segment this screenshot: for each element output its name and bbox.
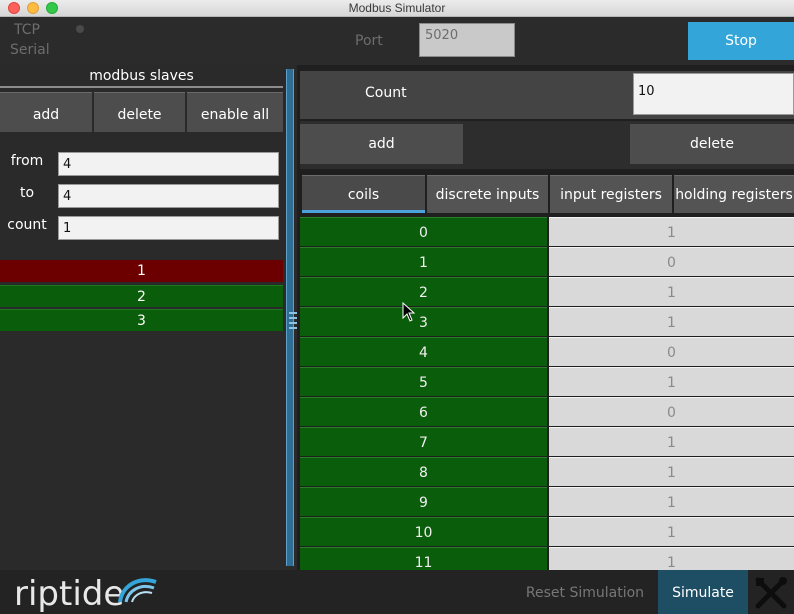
- mouse-pointer-icon: [402, 302, 416, 322]
- tools-icon[interactable]: [752, 574, 790, 612]
- register-value-cell[interactable]: 1: [549, 487, 794, 516]
- port-input[interactable]: 5020: [419, 23, 515, 57]
- slaves-header: modbus slaves: [0, 68, 283, 88]
- register-row: 40: [297, 337, 794, 367]
- register-row: 01: [297, 217, 794, 247]
- connection-bar: TCP Serial Port 5020 Stop: [0, 17, 794, 65]
- serial-option[interactable]: Serial: [10, 42, 50, 58]
- simulate-button[interactable]: Simulate: [658, 570, 748, 614]
- register-row: 71: [297, 427, 794, 457]
- register-row: 21: [297, 277, 794, 307]
- register-address: 0: [300, 217, 547, 246]
- register-count-input[interactable]: 10: [633, 73, 794, 115]
- register-address: 5: [300, 367, 547, 396]
- delete-slave-button[interactable]: delete: [94, 92, 185, 132]
- splitter-bar[interactable]: [286, 69, 299, 566]
- from-label: from: [10, 153, 44, 169]
- register-address: 1: [300, 247, 547, 276]
- add-register-button[interactable]: add: [300, 124, 463, 164]
- tcp-option[interactable]: TCP: [14, 22, 40, 38]
- footer-bar: riptide Reset Simulation Simulate: [0, 570, 794, 614]
- register-count-row: Count 10: [300, 71, 794, 119]
- logo-text: riptide: [14, 574, 125, 614]
- register-value-cell[interactable]: 0: [549, 397, 794, 426]
- tab-holding-registers[interactable]: holding registers: [674, 175, 794, 213]
- port-label: Port: [355, 33, 383, 49]
- slaves-panel: modbus slaves add delete enable all from…: [0, 65, 283, 570]
- register-value-cell[interactable]: 1: [549, 517, 794, 546]
- reset-simulation-button[interactable]: Reset Simulation: [522, 570, 648, 614]
- register-address: 9: [300, 487, 547, 516]
- count-input[interactable]: 1: [58, 216, 279, 240]
- register-address: 11: [300, 547, 547, 570]
- title-bar: Modbus Simulator: [0, 0, 794, 17]
- delete-register-button[interactable]: delete: [630, 124, 794, 164]
- register-value-cell[interactable]: 1: [549, 277, 794, 306]
- register-row: 51: [297, 367, 794, 397]
- mode-switch[interactable]: [76, 25, 84, 33]
- stop-button[interactable]: Stop: [688, 22, 794, 60]
- register-row: 31: [297, 307, 794, 337]
- wave-icon: [118, 578, 157, 603]
- to-input[interactable]: 4: [58, 184, 279, 208]
- register-value-cell[interactable]: 1: [549, 307, 794, 336]
- slave-item[interactable]: 3: [0, 309, 283, 331]
- register-address: 6: [300, 397, 547, 426]
- register-address: 3: [300, 307, 547, 336]
- slave-item[interactable]: 1: [0, 260, 283, 282]
- register-value-cell[interactable]: 0: [549, 247, 794, 276]
- tab-input-registers[interactable]: input registers: [550, 175, 672, 213]
- register-actions-row: add delete: [300, 121, 794, 169]
- register-row: 10 1: [297, 517, 794, 547]
- register-count-label: Count: [365, 85, 407, 101]
- register-row: 91: [297, 487, 794, 517]
- register-address: 2: [300, 277, 547, 306]
- to-label: to: [19, 185, 35, 201]
- count-label: count: [7, 217, 47, 233]
- enable-all-button[interactable]: enable all: [187, 92, 283, 132]
- from-input[interactable]: 4: [58, 152, 279, 176]
- register-grid: 0 1 1 0 2 1 3 1 4 0 5 1 6 0 7 1 8 1 9 1 10 1 11 1: [297, 217, 794, 570]
- register-value-cell[interactable]: 1: [549, 547, 794, 570]
- slave-item[interactable]: 2: [0, 285, 283, 307]
- registers-panel: Count 10 add delete coils discrete input…: [297, 65, 794, 570]
- register-row: 10: [297, 247, 794, 277]
- register-value-cell[interactable]: 0: [549, 337, 794, 366]
- register-row: 81: [297, 457, 794, 487]
- register-value-cell[interactable]: 1: [549, 427, 794, 456]
- register-row: 11 1: [297, 547, 794, 570]
- register-tabs: coils discrete inputs input registers ho…: [300, 175, 794, 215]
- register-value-cell[interactable]: 1: [549, 217, 794, 246]
- register-address: 10: [300, 517, 547, 546]
- panel-splitter[interactable]: [283, 65, 299, 570]
- window-title: Modbus Simulator: [348, 1, 446, 15]
- riptide-logo: riptide: [12, 572, 162, 614]
- register-row: 60: [297, 397, 794, 427]
- register-value-cell[interactable]: 1: [549, 457, 794, 486]
- tab-coils[interactable]: coils: [302, 175, 425, 213]
- register-address: 8: [300, 457, 547, 486]
- register-address: 7: [300, 427, 547, 456]
- add-slave-button[interactable]: add: [0, 92, 92, 132]
- register-address: 4: [300, 337, 547, 366]
- tab-discrete-inputs[interactable]: discrete inputs: [427, 175, 548, 213]
- register-value-cell[interactable]: 1: [549, 367, 794, 396]
